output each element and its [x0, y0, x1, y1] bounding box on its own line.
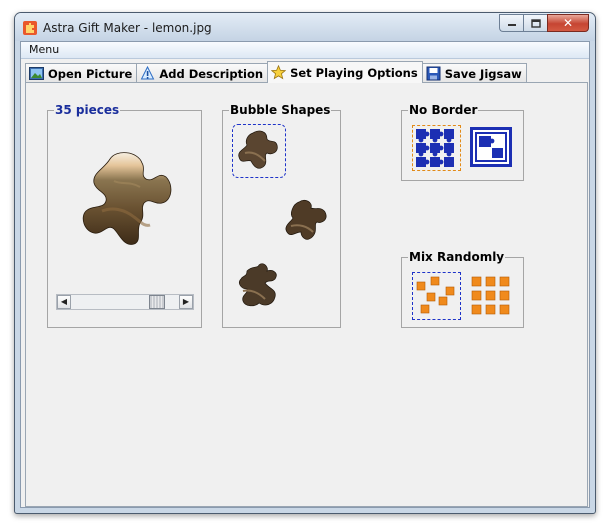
tab-add-description[interactable]: Add Description	[136, 63, 269, 83]
ordered-pieces-icon[interactable]	[470, 274, 514, 318]
piece-preview-image	[82, 152, 172, 245]
tab-open-picture[interactable]: Open Picture	[25, 63, 138, 83]
no-border-option[interactable]	[412, 125, 461, 171]
mix-random-option[interactable]	[412, 272, 461, 320]
star-icon	[271, 65, 287, 80]
scattered-pieces-icon	[416, 276, 455, 314]
bubble-shapes-group: Bubble Shapes	[222, 103, 341, 328]
info-icon	[141, 66, 155, 80]
window-title: Astra Gift Maker - lemon.jpg	[43, 21, 212, 35]
title-bar[interactable]: Astra Gift Maker - lemon.jpg ✕	[15, 13, 595, 41]
bordered-frame-icon[interactable]	[470, 127, 512, 167]
close-icon: ✕	[562, 16, 574, 30]
minimize-button[interactable]	[499, 14, 523, 32]
maximize-icon	[530, 18, 541, 28]
border-group: No Border	[401, 103, 524, 181]
puzzle-grid-icon	[416, 129, 454, 167]
tab-set-playing-options[interactable]: Set Playing Options	[267, 61, 423, 83]
bubble-shape-icon[interactable]	[235, 261, 283, 311]
pieces-slider[interactable]: ◀ ▶	[56, 294, 194, 310]
menu-bar: Menu	[21, 42, 589, 59]
window-controls: ✕	[499, 14, 589, 32]
tab-label: Set Playing Options	[290, 65, 418, 80]
menu-item-menu[interactable]: Menu	[29, 43, 59, 56]
mix-group: Mix Randomly	[401, 250, 524, 328]
slider-thumb[interactable]	[149, 295, 165, 309]
scroll-left-button[interactable]: ◀	[57, 295, 71, 309]
save-icon	[426, 66, 441, 81]
maximize-button[interactable]	[523, 14, 547, 32]
bubble-shape-icon	[238, 130, 278, 169]
scroll-right-button[interactable]: ▶	[179, 295, 193, 309]
border-option-label: No Border	[408, 103, 479, 117]
pieces-group: 35 pieces ◀ ▶	[47, 103, 202, 328]
tab-label: Add Description	[159, 66, 264, 81]
options-panel: 35 pieces ◀ ▶ Bubble Shapes No Border Mi…	[25, 82, 588, 507]
picture-icon	[29, 67, 44, 80]
tab-label: Save Jigsaw	[444, 66, 522, 81]
app-icon	[23, 21, 37, 35]
tab-strip: Open Picture Add Description Set Playing…	[25, 61, 527, 83]
tab-save-jigsaw[interactable]: Save Jigsaw	[421, 63, 527, 83]
tab-label: Open Picture	[48, 66, 133, 81]
bubble-shape-icon[interactable]	[281, 196, 331, 246]
mix-option-label: Mix Randomly	[408, 250, 506, 264]
client-area: Menu Open Picture Add Description Set Pl…	[20, 41, 590, 508]
close-button[interactable]: ✕	[547, 14, 589, 32]
bubble-shapes-label: Bubble Shapes	[229, 103, 332, 117]
app-window: Astra Gift Maker - lemon.jpg ✕ Menu Open…	[14, 12, 596, 514]
shape-option-1[interactable]	[232, 124, 286, 178]
minimize-icon	[507, 24, 516, 26]
pieces-count-label: 35 pieces	[54, 103, 121, 117]
